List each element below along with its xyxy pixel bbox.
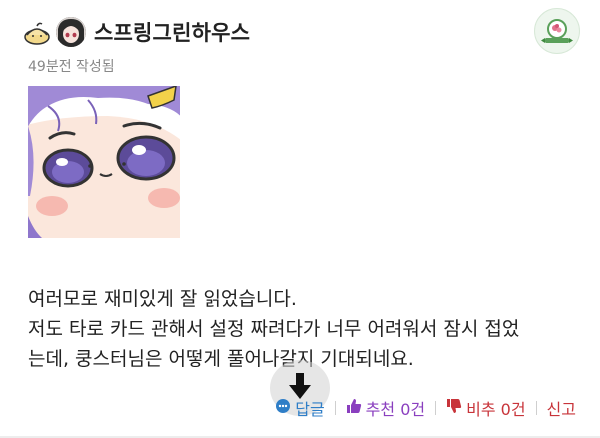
action-divider <box>334 401 336 415</box>
comment-line: 저도 타로 카드 관해서 설정 짜려다가 너무 어려워서 잠시 접었 <box>28 318 520 340</box>
reply-label: 답글 <box>295 400 325 419</box>
action-divider <box>535 401 537 415</box>
like-button[interactable]: 추천 0건 <box>346 396 425 420</box>
profile-avatar[interactable] <box>56 17 86 47</box>
comment-line: 여러모로 재미있게 잘 읽었습니다. <box>28 288 297 310</box>
comment-actions: 답글 추천 0건 비추 0건 신고 <box>275 396 576 420</box>
comment-card: 스프링그린하우스 49분전 작성됨 여러모로 재미있게 잘 읽었습니다. 저도 … <box>0 0 600 438</box>
post-time: 49분전 작성됨 <box>28 59 115 75</box>
action-divider <box>435 401 437 415</box>
thumbs-up-icon <box>346 398 362 418</box>
thumbs-down-icon <box>446 398 462 418</box>
reply-button[interactable]: 답글 <box>275 396 325 420</box>
greenhouse-badge-icon <box>534 8 580 54</box>
like-count: 추천 0건 <box>365 400 426 419</box>
bun-level-icon <box>22 17 52 47</box>
comment-header: 스프링그린하우스 <box>22 12 250 52</box>
character-sticker <box>28 86 180 238</box>
dislike-button[interactable]: 비추 0건 <box>446 396 526 420</box>
author-nickname[interactable]: 스프링그린하우스 <box>94 17 250 47</box>
report-button[interactable]: 신고 <box>547 396 576 420</box>
dislike-count: 비추 0건 <box>466 400 526 419</box>
report-label: 신고 <box>546 400 576 419</box>
speech-bubble-icon <box>275 398 291 418</box>
